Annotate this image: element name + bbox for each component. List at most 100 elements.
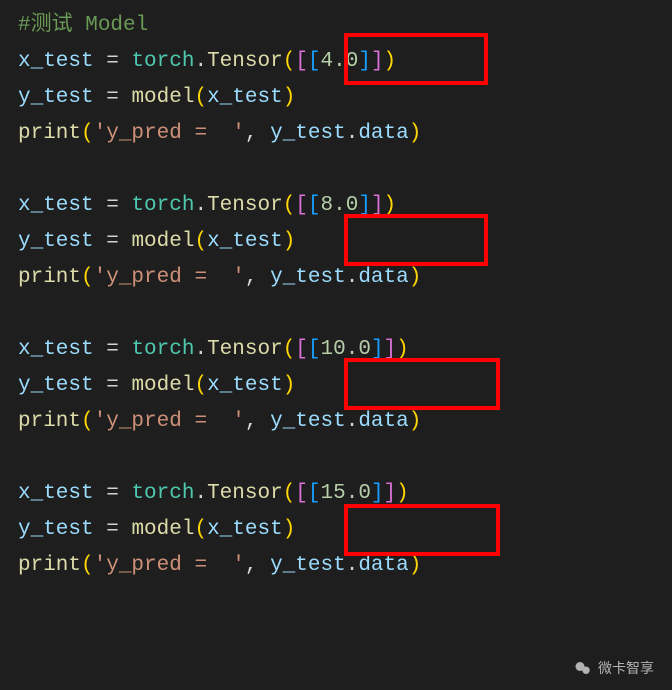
func-print: print <box>18 122 81 145</box>
func-model: model <box>131 374 194 397</box>
dot: . <box>194 50 207 73</box>
string-literal: 'y_pred = ' <box>94 554 245 577</box>
paren-close: ) <box>384 194 397 217</box>
method-tensor: Tensor <box>207 50 283 73</box>
tensor-value: 10.0 <box>321 338 371 361</box>
var-ytest-ref: y_test <box>270 410 346 433</box>
paren-open: ( <box>283 338 296 361</box>
bracket-close-2: ] <box>371 482 384 505</box>
var-ytest: y_test <box>18 86 94 109</box>
paren-close: ) <box>409 554 422 577</box>
line-print-2: print('y_pred = ', y_test.data) <box>18 410 421 433</box>
arg-xtest: x_test <box>207 518 283 541</box>
module-torch: torch <box>131 50 194 73</box>
comma: , <box>245 122 270 145</box>
watermark-text: 微卡智享 <box>598 658 654 678</box>
comment-text-model: Model <box>73 14 149 37</box>
func-model: model <box>131 86 194 109</box>
assign-op: = <box>94 50 132 73</box>
module-torch: torch <box>131 194 194 217</box>
paren-open: ( <box>283 482 296 505</box>
paren-close: ) <box>409 266 422 289</box>
arg-xtest: x_test <box>207 86 283 109</box>
paren-open: ( <box>81 554 94 577</box>
assign-op: = <box>94 194 132 217</box>
bracket-open-2: [ <box>308 482 321 505</box>
code-block: #测试 Model x_test = torch.Tensor([[4.0]])… <box>0 0 672 592</box>
paren-close: ) <box>409 410 422 433</box>
line-ytest-2: y_test = model(x_test) <box>18 374 295 397</box>
line-xtest-1: x_test = torch.Tensor([[8.0]]) <box>18 194 396 217</box>
line-xtest-2: x_test = torch.Tensor([[10.0]]) <box>18 338 409 361</box>
bracket-open-1: [ <box>295 482 308 505</box>
arg-xtest: x_test <box>207 374 283 397</box>
attr-data: data <box>358 554 408 577</box>
line-print-3: print('y_pred = ', y_test.data) <box>18 554 421 577</box>
paren-open: ( <box>283 194 296 217</box>
var-xtest: x_test <box>18 50 94 73</box>
paren-open: ( <box>81 122 94 145</box>
bracket-close-1: ] <box>384 338 397 361</box>
paren-close: ) <box>409 122 422 145</box>
bracket-open-1: [ <box>295 50 308 73</box>
method-tensor: Tensor <box>207 338 283 361</box>
line-xtest-0: x_test = torch.Tensor([[4.0]]) <box>18 50 396 73</box>
assign-op: = <box>94 482 132 505</box>
paren-close: ) <box>384 50 397 73</box>
dot: . <box>346 122 359 145</box>
dot: . <box>194 338 207 361</box>
wechat-icon <box>574 659 592 677</box>
func-model: model <box>131 230 194 253</box>
bracket-open-2: [ <box>308 50 321 73</box>
func-print: print <box>18 410 81 433</box>
module-torch: torch <box>131 482 194 505</box>
attr-data: data <box>358 410 408 433</box>
comma: , <box>245 266 270 289</box>
attr-data: data <box>358 266 408 289</box>
bracket-open-1: [ <box>295 338 308 361</box>
comma: , <box>245 410 270 433</box>
paren-close: ) <box>283 230 296 253</box>
assign-op: = <box>94 86 132 109</box>
dot: . <box>346 266 359 289</box>
line-ytest-1: y_test = model(x_test) <box>18 230 295 253</box>
var-xtest: x_test <box>18 338 94 361</box>
dot: . <box>346 410 359 433</box>
string-literal: 'y_pred = ' <box>94 122 245 145</box>
bracket-open-1: [ <box>295 194 308 217</box>
paren-close: ) <box>396 338 409 361</box>
tensor-value: 4.0 <box>321 50 359 73</box>
var-ytest: y_test <box>18 374 94 397</box>
line-print-0: print('y_pred = ', y_test.data) <box>18 122 421 145</box>
paren-open: ( <box>81 410 94 433</box>
paren-open: ( <box>194 518 207 541</box>
string-literal: 'y_pred = ' <box>94 266 245 289</box>
paren-close: ) <box>396 482 409 505</box>
paren-close: ) <box>283 86 296 109</box>
paren-open: ( <box>194 230 207 253</box>
bracket-close-2: ] <box>358 194 371 217</box>
paren-open: ( <box>283 50 296 73</box>
var-xtest: x_test <box>18 482 94 505</box>
attr-data: data <box>358 122 408 145</box>
comment-hash: # <box>18 14 31 37</box>
bracket-open-2: [ <box>308 338 321 361</box>
paren-open: ( <box>194 374 207 397</box>
line-ytest-0: y_test = model(x_test) <box>18 86 295 109</box>
var-ytest-ref: y_test <box>270 266 346 289</box>
line-ytest-3: y_test = model(x_test) <box>18 518 295 541</box>
bracket-close-1: ] <box>371 50 384 73</box>
dot: . <box>194 194 207 217</box>
arg-xtest: x_test <box>207 230 283 253</box>
var-ytest: y_test <box>18 518 94 541</box>
paren-close: ) <box>283 518 296 541</box>
bracket-open-2: [ <box>308 194 321 217</box>
string-literal: 'y_pred = ' <box>94 410 245 433</box>
assign-op: = <box>94 374 132 397</box>
var-ytest-ref: y_test <box>270 122 346 145</box>
assign-op: = <box>94 338 132 361</box>
module-torch: torch <box>131 338 194 361</box>
tensor-value: 8.0 <box>321 194 359 217</box>
method-tensor: Tensor <box>207 482 283 505</box>
bracket-close-2: ] <box>371 338 384 361</box>
